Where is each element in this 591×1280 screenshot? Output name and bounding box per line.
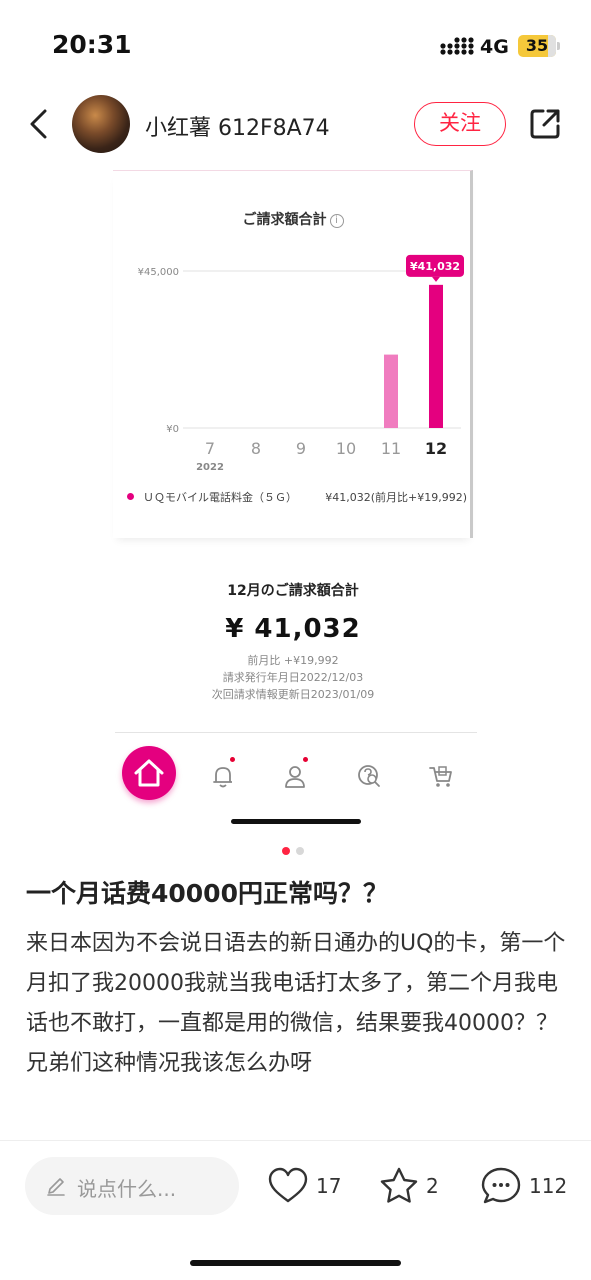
like-button[interactable]: 17 xyxy=(267,1166,342,1206)
collect-button[interactable]: 2 xyxy=(378,1166,443,1206)
data-label: ¥41,032 xyxy=(410,260,460,273)
divider xyxy=(115,732,477,733)
star-icon xyxy=(380,1167,418,1203)
comment-count: 112 xyxy=(529,1174,568,1198)
bottom-action-bar: 说点什么... 17 2 112 xyxy=(0,1157,591,1215)
post-image[interactable]: ご請求額合計 i ¥45,000 ¥0 7 8 9 10 11 12 2022 ¥41,032 ＵＱ… xyxy=(0,162,591,827)
billing-summary: 12月のご請求額合計 ¥ 41,032 前月比 +¥19,992 請求発行年月日… xyxy=(113,580,473,703)
back-arrow-icon[interactable] xyxy=(26,106,54,142)
image-pager xyxy=(0,847,591,855)
author-name[interactable]: 小红薯 612F8A74 xyxy=(145,110,330,142)
x-tick-label: 10 xyxy=(336,439,356,458)
post-body: 来日本因为不会说日语去的新日通办的UQ的卡，第一个月扣了我20000我就当我电话… xyxy=(26,931,566,1076)
summary-next-update: 次回請求情報更新日2023/01/09 xyxy=(211,688,375,701)
like-count: 17 xyxy=(316,1174,342,1198)
bell-icon xyxy=(213,767,232,788)
post-title: 一个月话费40000円正常吗？？ xyxy=(26,879,388,908)
chart-bar xyxy=(384,354,398,428)
network-type: 4G xyxy=(480,36,509,58)
x-tick-label: 7 xyxy=(205,439,215,458)
post-header: 小红薯 612F8A74 关注 xyxy=(0,88,591,162)
home-icon xyxy=(134,759,164,787)
person-icon xyxy=(285,766,305,788)
summary-diff: 前月比 +¥19,992 xyxy=(247,654,339,667)
x-tick-label: 11 xyxy=(381,439,401,458)
summary-total: ¥ 41,032 xyxy=(225,614,361,644)
comment-bubble-icon xyxy=(481,1167,521,1204)
notification-dot xyxy=(303,757,308,762)
share-icon[interactable] xyxy=(527,106,563,142)
x-tick-label: 12 xyxy=(425,439,447,458)
billing-bar-chart: ¥45,000 ¥0 7 8 9 10 11 12 2022 ¥41,032 xyxy=(138,254,464,473)
legend-series-value: ¥41,032(前月比+¥19,992) xyxy=(325,491,467,504)
x-year-label: 2022 xyxy=(196,462,224,473)
comment-placeholder: 说点什么... xyxy=(77,1177,177,1201)
pager-dot-active[interactable] xyxy=(282,847,290,855)
app-tab-bar xyxy=(113,738,477,800)
status-time: 20:31 xyxy=(52,30,132,59)
avatar[interactable] xyxy=(72,95,130,153)
x-tick-label: 9 xyxy=(296,439,306,458)
battery-icon: 35 xyxy=(518,35,560,57)
heart-icon xyxy=(268,1167,308,1203)
home-indicator xyxy=(190,1260,401,1266)
y-tick-label: ¥45,000 xyxy=(138,267,179,278)
billing-chart-card: ご請求額合計 i ¥45,000 ¥0 7 8 9 10 11 12 2022 ¥41,032 ＵＱ… xyxy=(113,170,473,538)
screenshot-home-indicator xyxy=(231,819,361,824)
comment-button[interactable]: 112 xyxy=(480,1166,570,1206)
pager-dot[interactable] xyxy=(296,847,304,855)
y-tick-label: ¥0 xyxy=(166,424,179,435)
cart-icon xyxy=(429,766,452,787)
home-tab xyxy=(122,746,176,800)
signal-icon xyxy=(440,37,474,55)
notification-dot xyxy=(230,757,235,762)
legend-series-name: ＵＱモバイル電話料金（５Ｇ） xyxy=(143,491,297,504)
value-callout-pointer xyxy=(432,276,440,282)
follow-button[interactable]: 关注 xyxy=(414,102,506,146)
battery-level: 35 xyxy=(525,36,549,55)
help-search-icon xyxy=(358,765,380,787)
chart-bar xyxy=(429,284,443,428)
summary-title: 12月のご請求額合計 xyxy=(227,583,359,599)
legend-dot xyxy=(127,493,134,500)
x-tick-label: 8 xyxy=(251,439,261,458)
status-bar: 20:31 4G 35 xyxy=(0,0,591,88)
collect-count: 2 xyxy=(426,1174,439,1198)
divider xyxy=(0,1140,591,1141)
summary-issue-date: 請求発行年月日2022/12/03 xyxy=(222,671,364,684)
pencil-icon xyxy=(47,1178,65,1196)
comment-input[interactable]: 说点什么... xyxy=(25,1157,239,1215)
